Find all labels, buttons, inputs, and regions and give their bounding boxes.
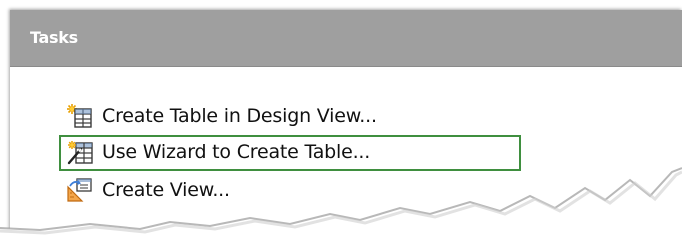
task-create-view[interactable]: Create View... <box>66 175 230 205</box>
table-design-icon <box>66 103 94 129</box>
table-wizard-icon <box>66 139 94 165</box>
task-use-wizard-create-table[interactable]: Use Wizard to Create Table... <box>66 137 370 167</box>
task-label: Create View... <box>102 179 230 201</box>
task-label: Use Wizard to Create Table... <box>102 141 371 163</box>
screenshot-frame: Tasks Create Table in Design View... Use… <box>0 0 682 240</box>
task-create-table-design-view[interactable]: Create Table in Design View... <box>66 101 377 131</box>
task-label: Create Table in Design View... <box>102 105 377 127</box>
create-view-icon <box>66 177 94 203</box>
tasks-list: Create Table in Design View... Use Wizar… <box>10 67 682 240</box>
tasks-panel-header: Tasks <box>10 10 682 67</box>
tasks-panel-title: Tasks <box>30 28 78 47</box>
tasks-panel: Tasks Create Table in Design View... Use… <box>10 10 682 240</box>
